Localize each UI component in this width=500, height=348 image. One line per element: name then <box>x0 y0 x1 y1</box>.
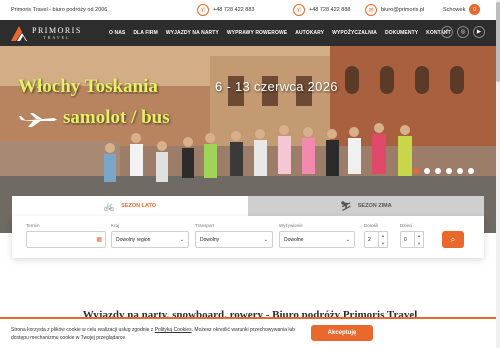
termin-label: Termin <box>26 223 40 228</box>
calendar-icon: ▦ <box>96 237 102 243</box>
phone-2-link[interactable]: ✆ +48 728 422 888 <box>293 4 350 16</box>
dorosli-stepper[interactable]: 2 ▲ ▼ <box>364 231 388 248</box>
phone-icon: ✆ <box>293 4 305 16</box>
mail-icon: ✉ <box>365 4 377 16</box>
wyzywienie-field: Wyżywienie Dowolne ⌄ <box>279 223 355 248</box>
logo-text-primary: PRIMORIS <box>32 26 82 35</box>
accept-cookies-button[interactable]: Akceptuję <box>311 325 373 341</box>
cookie-text: Strona korzysta z plików cookie w celu r… <box>11 327 296 341</box>
stepper-down-icon[interactable]: ▼ <box>415 240 423 248</box>
wyzywienie-label: Wyżywienie <box>279 223 303 228</box>
transport-select[interactable]: Dowolny ⌄ <box>195 231 273 248</box>
kraj-label: Kraj <box>111 223 120 228</box>
slider-dot[interactable] <box>457 168 463 174</box>
search-form: Termin ▦ Kraj Dowolny region ⌄ Transport… <box>12 216 484 258</box>
dzieci-field: Dzieci 0 ▲ ▼ <box>400 223 424 248</box>
menu-item-wyjazdy-na-narty[interactable]: WYJAZDY NA NARTY <box>166 30 219 36</box>
phone-1-link[interactable]: ✆ +48 728 422 883 <box>197 4 254 16</box>
transport-value: Dowolny <box>200 236 220 243</box>
kraj-field: Kraj Dowolny region ⌄ <box>111 223 189 248</box>
slider-dots <box>413 168 479 174</box>
menu-item-dokumenty[interactable]: DOKUMENTY <box>385 30 418 36</box>
slider-dot[interactable] <box>413 168 419 174</box>
page-scrollbar[interactable] <box>496 0 500 348</box>
hero-title-line-2: samolot / bus <box>63 107 170 128</box>
youtube-icon[interactable]: ▶ <box>473 26 485 38</box>
hero-dates: 6 - 13 czerwca 2026 <box>215 79 338 94</box>
menu-item-wyprawy-rowerowe[interactable]: WYPRAWY ROWEROWE <box>227 30 287 36</box>
stepper-down-icon[interactable]: ▼ <box>379 240 387 248</box>
logo-text-secondary: TRAVEL <box>43 35 71 40</box>
schowek-label: Schowek <box>443 6 466 13</box>
phone-1-text: +48 728 422 883 <box>213 7 255 13</box>
logo[interactable]: PRIMORIS TRAVEL <box>10 24 82 42</box>
phone-2-text: +48 728 422 888 <box>309 7 351 13</box>
instagram-icon[interactable]: ◎ <box>457 26 469 38</box>
chevron-down-icon: ⌄ <box>263 236 268 243</box>
logo-mark-icon <box>11 26 27 41</box>
chevron-down-icon: ⌄ <box>345 236 350 243</box>
tab-sezon-lato-label: SEZON LATO <box>121 203 157 209</box>
termin-field: Termin ▦ <box>26 223 106 248</box>
cookie-policy-link[interactable]: Polityką Cookies <box>155 327 192 333</box>
transport-label: Transport <box>195 223 215 228</box>
termin-input[interactable]: ▦ <box>26 231 106 248</box>
dorosli-value[interactable]: 2 <box>364 231 378 248</box>
dzieci-stepper[interactable]: 0 ▲ ▼ <box>400 231 424 248</box>
skier-icon: ⛷ <box>340 200 352 211</box>
stepper-up-icon[interactable]: ▲ <box>379 232 387 240</box>
scrollbar-thumb[interactable] <box>496 2 500 82</box>
top-bar: Primoris Travel - biuro podróży od 2006 … <box>0 0 500 20</box>
email-link[interactable]: ✉ biuro@primoris.pl <box>365 4 424 16</box>
tab-sezon-zima[interactable]: ⛷ SEZON ZIMA <box>248 196 484 216</box>
transport-field: Transport Dowolny ⌄ <box>195 223 273 248</box>
slider-dot[interactable] <box>435 168 441 174</box>
wyzywienie-select[interactable]: Dowolne ⌄ <box>279 231 355 248</box>
tagline: Primoris Travel - biuro podróży od 2006 <box>11 7 108 13</box>
search-button[interactable]: ⌕ <box>442 231 464 248</box>
tab-sezon-lato[interactable]: 🚲 SEZON LATO <box>12 196 248 216</box>
dzieci-value[interactable]: 0 <box>400 231 414 248</box>
menu-item-autokary[interactable]: AUTOKARY <box>295 30 324 36</box>
dzieci-label: Dzieci <box>400 223 413 228</box>
schowek-button[interactable]: Schowek 0 <box>443 4 481 15</box>
kraj-value: Dowolny region <box>116 236 151 243</box>
cookie-banner: Strona korzysta z plików cookie w celu r… <box>0 317 500 348</box>
main-menu: O NAS DLA FIRM WYJAZDY NA NARTY WYPRAWY … <box>109 20 459 46</box>
kraj-select[interactable]: Dowolny region ⌄ <box>111 231 189 248</box>
wyzywienie-value: Dowolne <box>284 236 304 243</box>
menu-item-o-nas[interactable]: O NAS <box>109 30 125 36</box>
slider-dot[interactable] <box>446 168 452 174</box>
facebook-icon[interactable]: f <box>441 26 453 38</box>
airplane-icon <box>19 113 57 127</box>
menu-item-dla-firm[interactable]: DLA FIRM <box>133 30 158 36</box>
email-text: biuro@primoris.pl <box>381 7 425 13</box>
bicycle-icon: 🚲 <box>103 200 116 211</box>
dorosli-label: Dorośli <box>364 223 379 228</box>
schowek-count-badge: 0 <box>469 4 481 15</box>
phone-icon: ✆ <box>197 4 209 16</box>
tab-sezon-zima-label: SEZON ZIMA <box>357 203 392 209</box>
search-icon: ⌕ <box>450 234 456 244</box>
chevron-down-icon: ⌄ <box>179 236 184 243</box>
main-navbar: PRIMORIS TRAVEL O NAS DLA FIRM WYJAZDY N… <box>0 20 500 46</box>
social-links: f ◎ ▶ <box>441 26 489 38</box>
menu-item-wypozyczalnia[interactable]: WYPOŻYCZALNIA <box>332 30 377 36</box>
slider-dot[interactable] <box>468 168 474 174</box>
season-tabs: 🚲 SEZON LATO ⛷ SEZON ZIMA <box>12 196 484 216</box>
slider-dot[interactable] <box>424 168 430 174</box>
hero-title-line-1: Włochy Toskania <box>18 76 158 97</box>
dorosli-field: Dorośli 2 ▲ ▼ <box>364 223 388 248</box>
stepper-up-icon[interactable]: ▲ <box>415 232 423 240</box>
